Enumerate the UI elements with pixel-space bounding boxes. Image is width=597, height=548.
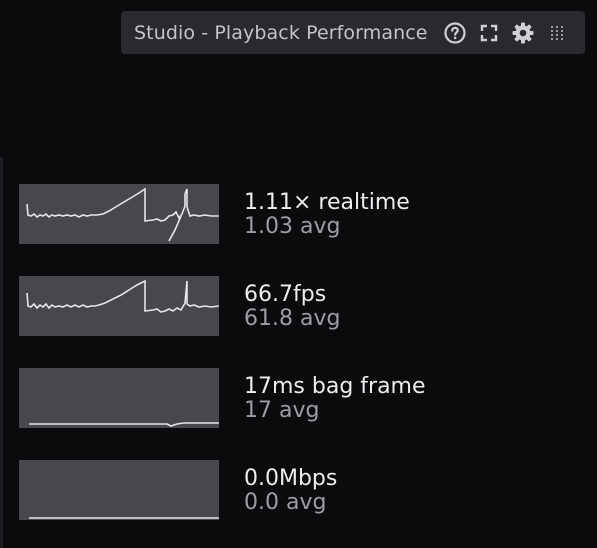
bandwidth-texts: 0.0Mbps 0.0 avg: [244, 467, 337, 515]
metric-avg: 1.03 avg: [244, 214, 341, 239]
playback-performance-panel: Studio - Playback Performance 1.11× real…: [0, 0, 597, 548]
metric-avg: 17 avg: [244, 398, 320, 423]
bag-frame-sparkline: [19, 368, 219, 428]
left-edge-divider: [0, 157, 3, 548]
fps-texts: 66.7fps 61.8 avg: [244, 283, 340, 331]
metric-value: 66.7fps: [244, 282, 327, 307]
metric-value: 0.0Mbps: [244, 466, 338, 491]
metric-row-fps: 66.7fps 61.8 avg: [19, 276, 426, 368]
bandwidth-sparkline: [19, 460, 219, 520]
metric-row-bandwidth: 0.0Mbps 0.0 avg: [19, 460, 426, 548]
panel-title: Studio - Playback Performance: [134, 21, 428, 44]
metrics-list: 1.11× realtime 1.03 avg 66.7fps 61.8 avg: [19, 184, 426, 548]
fullscreen-icon[interactable]: [476, 20, 502, 46]
realtime-texts: 1.11× realtime 1.03 avg: [244, 191, 410, 239]
help-icon[interactable]: [442, 20, 468, 46]
panel-toolbar: Studio - Playback Performance: [121, 11, 585, 54]
metric-avg: 0.0 avg: [244, 490, 327, 515]
metric-value: 17ms bag frame: [244, 374, 426, 399]
metric-value: 1.11× realtime: [244, 190, 410, 215]
metric-row-realtime: 1.11× realtime 1.03 avg: [19, 184, 426, 276]
metric-avg: 61.8 avg: [244, 306, 341, 331]
metric-row-bag-frame: 17ms bag frame 17 avg: [19, 368, 426, 460]
toolbar-icons: [442, 20, 578, 46]
fps-sparkline: [19, 276, 219, 336]
settings-icon[interactable]: [510, 20, 536, 46]
drag-handle-icon[interactable]: [544, 20, 570, 46]
bag-frame-texts: 17ms bag frame 17 avg: [244, 375, 426, 423]
realtime-sparkline: [19, 184, 219, 244]
